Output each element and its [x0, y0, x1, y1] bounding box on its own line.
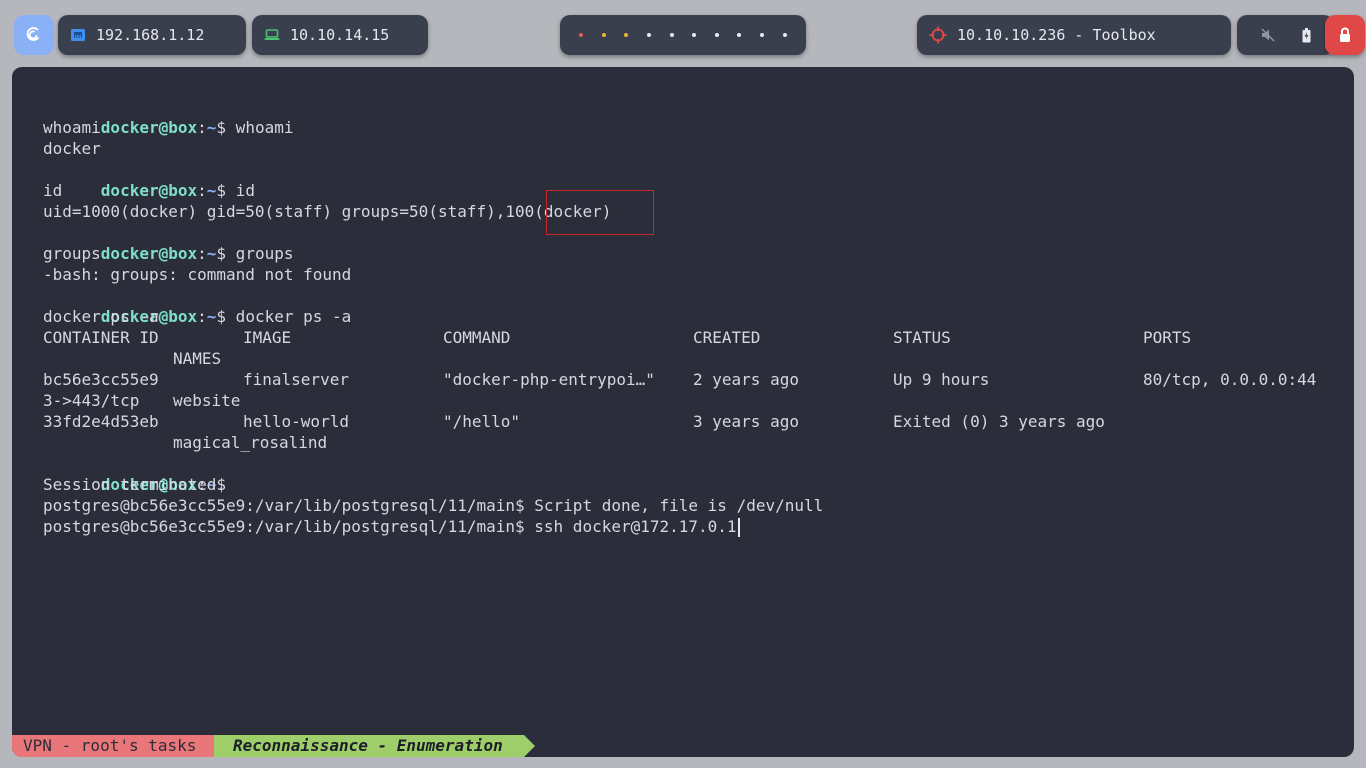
text-cursor — [737, 518, 740, 537]
workspace-dot-8[interactable] — [737, 33, 742, 37]
cell-id: bc56e3cc55e9 — [43, 370, 159, 389]
output-line: groups — [43, 244, 101, 263]
workspace-switcher — [560, 15, 806, 55]
cell-id: 33fd2e4d53eb — [43, 412, 159, 431]
header-image: IMAGE — [243, 328, 292, 347]
local-ip-widget[interactable]: 192.168.1.12 — [58, 15, 246, 55]
crosshair-icon — [929, 26, 947, 44]
cell-ports-cont: 3->443/tcp — [43, 391, 140, 410]
tmux-status-bar: VPN - root's tasks Reconnaissance - Enum… — [12, 735, 1354, 757]
header-command: COMMAND — [443, 328, 511, 347]
workspace-dot-7[interactable] — [714, 33, 719, 37]
prompt-line: docker@box:~$ groups — [43, 222, 1344, 263]
cell-image: finalserver — [243, 370, 349, 389]
output-line: -bash: groups: command not found — [43, 265, 352, 284]
workspace-dot-2[interactable] — [601, 33, 606, 37]
cell-command: "/hello" — [443, 412, 521, 431]
cell-created: 3 years ago — [693, 412, 799, 431]
table-row: 33fd2e4d53eb hello-world "/hello" 3 year… — [43, 411, 1344, 432]
workspace-dot-4[interactable] — [647, 33, 652, 37]
battery-icon[interactable] — [1302, 27, 1311, 43]
cell-created: 2 years ago — [693, 370, 799, 389]
cell-status: Exited (0) 3 years ago — [893, 412, 1105, 431]
output-line: docker ps -a — [43, 307, 159, 326]
vpn-ip-text: 10.10.14.15 — [290, 26, 390, 44]
header-created: CREATED — [693, 328, 761, 347]
target-widget[interactable]: 10.10.10.236 - Toolbox — [917, 15, 1231, 55]
header-ports: PORTS — [1143, 328, 1192, 347]
command-text: postgres@bc56e3cc55e9:/var/lib/postgresq… — [43, 517, 737, 536]
docker-table-header-wrap: NAMES — [43, 348, 1344, 369]
header-names: NAMES — [173, 349, 222, 368]
session-segment[interactable]: VPN - root's tasks — [12, 735, 214, 757]
prompt-line: docker@box:~$ — [43, 453, 1344, 494]
distro-logo-button[interactable] — [14, 15, 54, 55]
workspace-dot-3[interactable] — [624, 33, 629, 37]
cell-names: magical_rosalind — [173, 433, 328, 452]
terminal-output: docker@box:~$ whoami whoami docker docke… — [43, 96, 1344, 537]
prompt-line: docker@box:~$ id — [43, 159, 1344, 200]
output-line: uid=1000(docker) gid=50(staff) groups=50… — [43, 202, 612, 221]
docker-table-header: CONTAINER ID IMAGE COMMAND CREATED STATU… — [43, 327, 1344, 348]
target-text: 10.10.10.236 - Toolbox — [957, 26, 1156, 44]
current-command-line[interactable]: postgres@bc56e3cc55e9:/var/lib/postgresq… — [43, 516, 1344, 537]
debian-swirl-icon — [26, 27, 39, 41]
prompt-line: docker@box:~$ whoami — [43, 96, 1344, 137]
cell-image: hello-world — [243, 412, 349, 431]
workspace-dot-1[interactable] — [579, 33, 584, 37]
workspace-dot-6[interactable] — [692, 33, 697, 37]
header-status: STATUS — [893, 328, 951, 347]
prompt-line: docker@box:~$ docker ps -a — [43, 285, 1344, 326]
window-segment-arrow — [524, 735, 535, 757]
power-icon — [1340, 27, 1350, 42]
header-container-id: CONTAINER ID — [43, 328, 159, 347]
workspace-dot-9[interactable] — [760, 33, 765, 37]
output-line: id — [43, 181, 63, 200]
ethernet-icon — [71, 29, 85, 41]
table-row-wrap: 3->443/tcp website — [43, 390, 1344, 411]
workspace-dot-5[interactable] — [669, 33, 674, 37]
output-line: postgres@bc56e3cc55e9:/var/lib/postgresq… — [43, 496, 824, 515]
table-row: bc56e3cc55e9 finalserver "docker-php-ent… — [43, 369, 1344, 390]
terminal-window[interactable]: docker@box:~$ whoami whoami docker docke… — [12, 67, 1354, 757]
cell-status: Up 9 hours — [893, 370, 990, 389]
cell-command: "docker-php-entrypoi…" — [443, 370, 655, 389]
output-line: whoami — [43, 118, 101, 137]
workspace-dot-10[interactable] — [782, 33, 787, 37]
highlight-box — [546, 190, 654, 235]
vpn-ip-widget[interactable]: 10.10.14.15 — [252, 15, 428, 55]
output-line: docker — [43, 139, 101, 158]
system-tray — [1237, 15, 1334, 55]
table-row-wrap: magical_rosalind — [43, 432, 1344, 453]
cell-names: website — [173, 391, 241, 410]
local-ip-text: 192.168.1.12 — [96, 26, 205, 44]
window-segment[interactable]: Reconnaissance - Enumeration — [214, 735, 524, 757]
volume-muted-icon[interactable] — [1261, 28, 1275, 42]
laptop-icon — [264, 29, 280, 40]
cell-ports: 80/tcp, 0.0.0.0:44 — [1143, 370, 1317, 389]
output-line: Session terminated. — [43, 475, 227, 494]
power-button[interactable] — [1325, 15, 1365, 55]
